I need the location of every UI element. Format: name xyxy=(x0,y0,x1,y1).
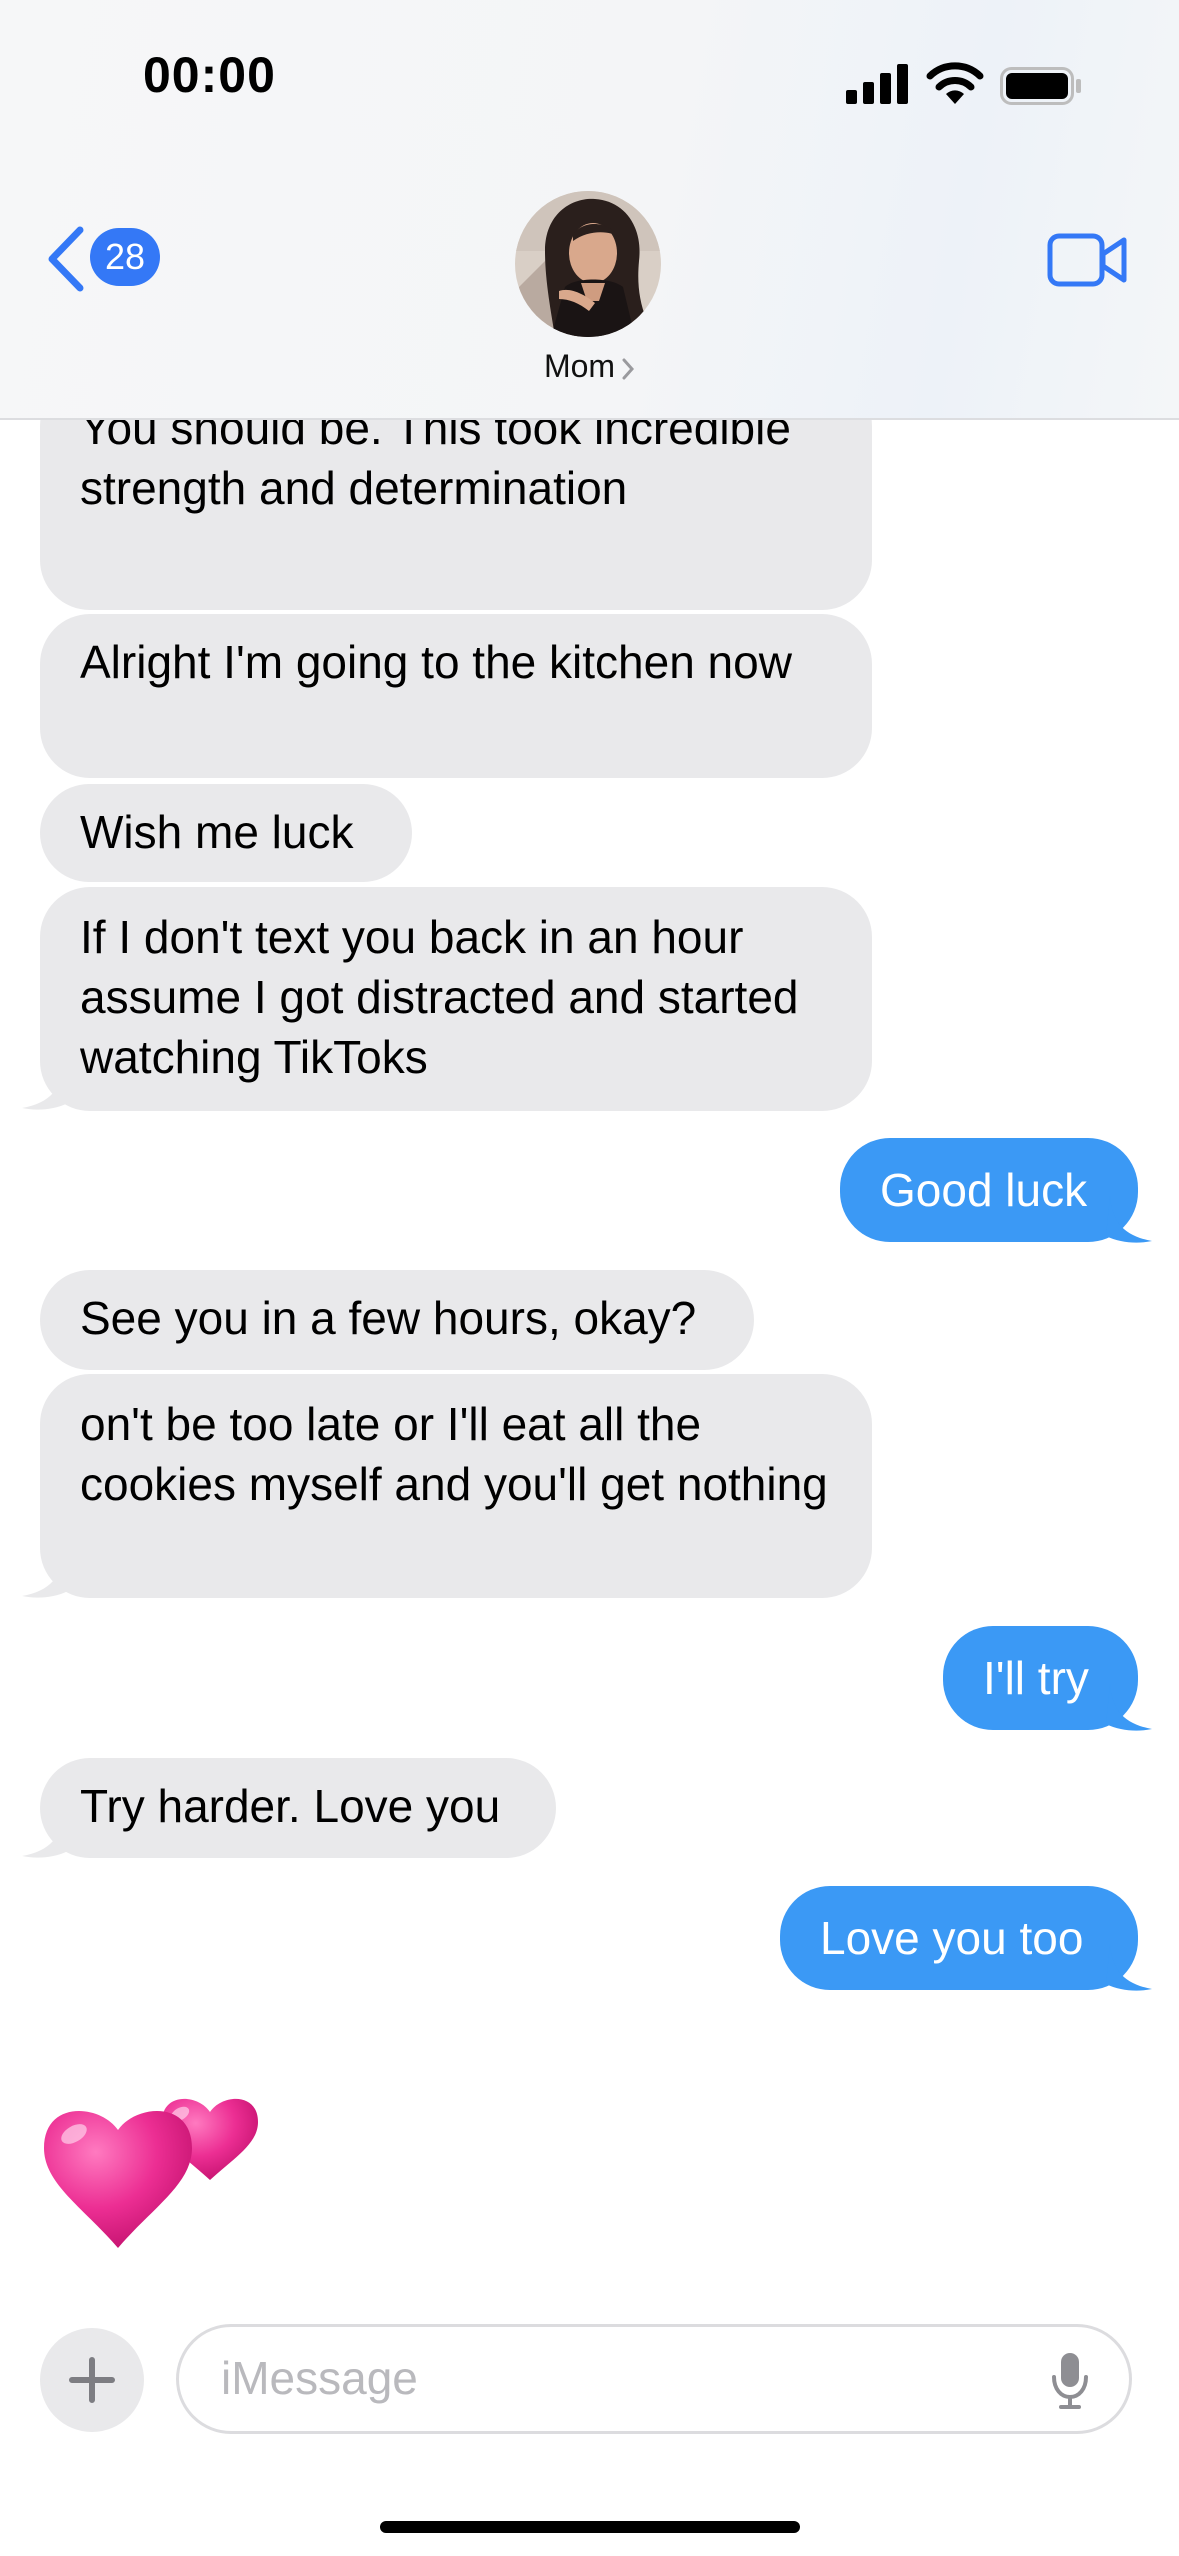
message-bubble-received[interactable]: If I don't text you back in an hour assu… xyxy=(40,887,872,1111)
message-bubble-sent[interactable]: Good luck xyxy=(840,1138,1138,1242)
bubble-tail xyxy=(1106,1684,1152,1731)
contact-name-button[interactable]: Mom xyxy=(0,348,1179,385)
status-time: 00:00 xyxy=(143,47,276,103)
message-bubble-received[interactable]: Wish me luck xyxy=(40,784,412,882)
avatar-photo xyxy=(515,191,661,337)
back-button[interactable]: 28 xyxy=(46,224,176,294)
microphone-icon[interactable] xyxy=(1051,2353,1089,2409)
plus-icon xyxy=(69,2357,115,2403)
cellular-signal-icon xyxy=(846,64,908,104)
bubble-tail xyxy=(22,1551,68,1598)
bubble-tail xyxy=(22,1063,68,1110)
battery-icon xyxy=(1000,67,1081,105)
home-indicator[interactable] xyxy=(380,2521,800,2533)
message-bubble-received[interactable]: See you in a few hours, okay? xyxy=(40,1270,754,1370)
messages-screen: You should be. This took incredible stre… xyxy=(0,0,1179,2556)
conversation-header: 00:00 28 Mom xyxy=(0,0,1179,420)
bubble-tail xyxy=(1106,1196,1152,1243)
wifi-icon xyxy=(926,62,984,104)
two-hearts-emoji[interactable] xyxy=(40,2040,270,2260)
message-input[interactable]: iMessage xyxy=(176,2324,1132,2434)
contact-name: Mom xyxy=(543,348,616,384)
video-call-icon[interactable] xyxy=(1047,232,1127,288)
message-bubble-sent[interactable]: Love you too xyxy=(780,1886,1138,1990)
chevron-right-icon xyxy=(622,358,635,380)
apps-plus-button[interactable] xyxy=(40,2328,144,2432)
bubble-tail xyxy=(1106,1944,1152,1991)
bubble-tail xyxy=(22,1811,68,1858)
message-bubble-received[interactable]: on't be too late or I'll eat all the coo… xyxy=(40,1374,872,1598)
message-input-placeholder: iMessage xyxy=(221,2352,418,2404)
unread-count-badge: 28 xyxy=(90,228,160,286)
message-bubble-received[interactable]: Alright I'm going to the kitchen now xyxy=(40,614,872,778)
chevron-left-icon xyxy=(48,226,84,292)
contact-avatar[interactable] xyxy=(515,191,661,337)
message-bubble-received[interactable]: Try harder. Love you xyxy=(40,1758,556,1858)
